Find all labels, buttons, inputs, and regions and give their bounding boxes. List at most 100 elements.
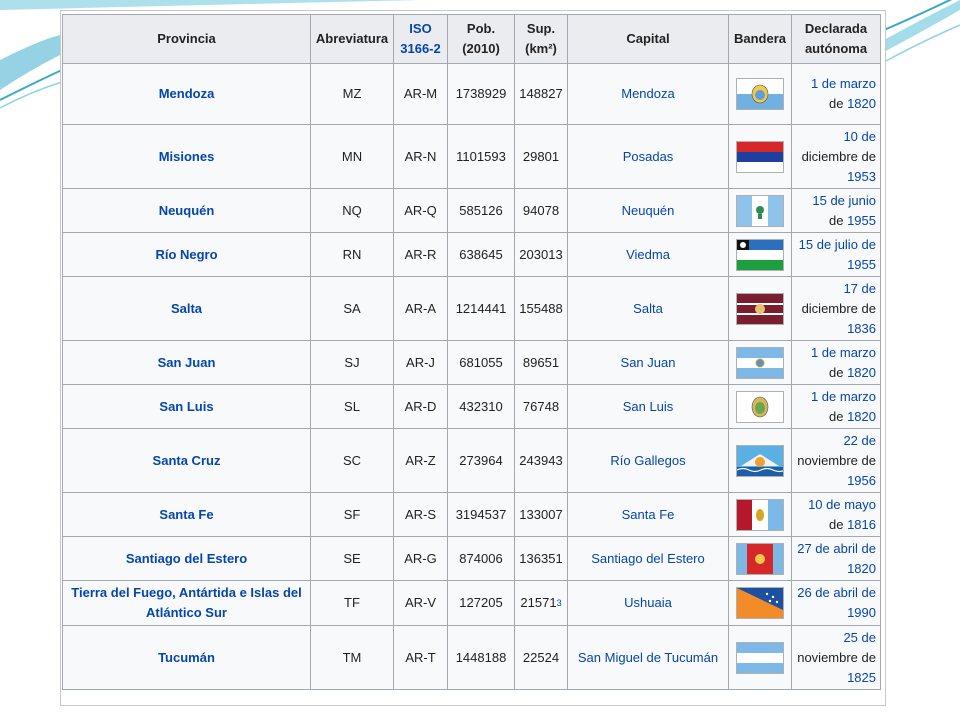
table-row: Mendoza MZ AR-M 1738929 148827 Mendoza 1… bbox=[62, 63, 881, 125]
cell-abreviatura: TM bbox=[310, 625, 394, 690]
cell-provincia[interactable]: Mendoza bbox=[62, 63, 311, 125]
cell-superficie: 76748 bbox=[514, 384, 568, 429]
cell-capital[interactable]: Ushuaia bbox=[567, 580, 729, 626]
cell-bandera[interactable] bbox=[728, 536, 792, 581]
cell-capital[interactable]: San Juan bbox=[567, 340, 729, 385]
cell-poblacion: 127205 bbox=[447, 580, 515, 626]
cell-poblacion: 1101593 bbox=[447, 124, 515, 189]
flag-salta-icon[interactable] bbox=[736, 292, 784, 325]
cell-bandera[interactable] bbox=[728, 232, 792, 277]
flag-tierra-del-fuego-icon[interactable] bbox=[736, 587, 784, 619]
cell-iso: AR-G bbox=[393, 536, 448, 581]
cell-declarada[interactable]: 1 de marzo de 1820 bbox=[791, 63, 881, 125]
cell-provincia[interactable]: Santiago del Estero bbox=[62, 536, 311, 581]
flag-misiones-icon[interactable] bbox=[736, 140, 784, 173]
cell-iso: AR-R bbox=[393, 232, 448, 277]
flag-tucuman-icon[interactable] bbox=[736, 641, 784, 674]
flag-san-luis-icon[interactable] bbox=[736, 390, 784, 423]
cell-bandera[interactable] bbox=[728, 625, 792, 690]
cell-bandera[interactable] bbox=[728, 580, 792, 626]
cell-bandera[interactable] bbox=[728, 384, 792, 429]
table-row: Tucumán TM AR-T 1448188 22524 San Miguel… bbox=[62, 625, 881, 690]
cell-provincia[interactable]: Santa Fe bbox=[62, 492, 311, 537]
cell-superficie: 148827 bbox=[514, 63, 568, 125]
cell-capital[interactable]: Mendoza bbox=[567, 63, 729, 125]
cell-provincia[interactable]: Tucumán bbox=[62, 625, 311, 690]
cell-superficie: 133007 bbox=[514, 492, 568, 537]
cell-poblacion: 638645 bbox=[447, 232, 515, 277]
cell-declarada[interactable]: 15 de julio de 1955 bbox=[791, 232, 881, 277]
header-poblacion: Pob. (2010) bbox=[447, 14, 515, 64]
cell-capital[interactable]: Viedma bbox=[567, 232, 729, 277]
cell-declarada[interactable]: 10 de mayo de 1816 bbox=[791, 492, 881, 537]
cell-superficie: 29801 bbox=[514, 124, 568, 189]
cell-iso: AR-T bbox=[393, 625, 448, 690]
table-row: San Luis SL AR-D 432310 76748 San Luis 1… bbox=[62, 384, 881, 429]
header-provincia: Provincia bbox=[62, 14, 311, 64]
cell-iso: AR-D bbox=[393, 384, 448, 429]
cell-superficie: 155488 bbox=[514, 276, 568, 341]
cell-declarada[interactable]: 15 de junio de 1955 bbox=[791, 188, 881, 233]
cell-abreviatura: SF bbox=[310, 492, 394, 537]
header-declarada: Declarada autónoma bbox=[791, 14, 881, 64]
flag-san-juan-icon[interactable] bbox=[736, 346, 784, 379]
cell-provincia[interactable]: San Luis bbox=[62, 384, 311, 429]
cell-declarada[interactable]: 1 de marzo de 1820 bbox=[791, 384, 881, 429]
cell-provincia[interactable]: Neuquén bbox=[62, 188, 311, 233]
cell-declarada[interactable]: 25 de noviembre de 1825 bbox=[791, 625, 881, 690]
cell-bandera[interactable] bbox=[728, 428, 792, 493]
cell-capital[interactable]: San Luis bbox=[567, 384, 729, 429]
cell-provincia[interactable]: Río Negro bbox=[62, 232, 311, 277]
cell-declarada[interactable]: 27 de abril de 1820 bbox=[791, 536, 881, 581]
cell-poblacion: 273964 bbox=[447, 428, 515, 493]
cell-abreviatura: MZ bbox=[310, 63, 394, 125]
cell-abreviatura: SL bbox=[310, 384, 394, 429]
cell-provincia[interactable]: Misiones bbox=[62, 124, 311, 189]
cell-abreviatura: SA bbox=[310, 276, 394, 341]
cell-capital[interactable]: Neuquén bbox=[567, 188, 729, 233]
cell-declarada[interactable]: 26 de abril de 1990 bbox=[791, 580, 881, 626]
cell-superficie: 22524 bbox=[514, 625, 568, 690]
cell-bandera[interactable] bbox=[728, 63, 792, 125]
flag-santa-cruz-icon[interactable] bbox=[736, 444, 784, 477]
cell-capital[interactable]: Salta bbox=[567, 276, 729, 341]
cell-declarada[interactable]: 10 de diciembre de 1953 bbox=[791, 124, 881, 189]
cell-abreviatura: NQ bbox=[310, 188, 394, 233]
flag-neuquen-icon[interactable] bbox=[736, 194, 784, 227]
table-row: Río Negro RN AR-R 638645 203013 Viedma 1… bbox=[62, 232, 881, 277]
cell-capital[interactable]: San Miguel de Tucumán bbox=[567, 625, 729, 690]
table-row: Santa Fe SF AR-S 3194537 133007 Santa Fe… bbox=[62, 492, 881, 537]
cell-abreviatura: TF bbox=[310, 580, 394, 626]
cell-declarada[interactable]: 1 de marzo de 1820 bbox=[791, 340, 881, 385]
cell-provincia[interactable]: San Juan bbox=[62, 340, 311, 385]
cell-iso: AR-N bbox=[393, 124, 448, 189]
header-iso[interactable]: ISO 3166-2 bbox=[393, 14, 448, 64]
cell-bandera[interactable] bbox=[728, 340, 792, 385]
flag-santa-fe-icon[interactable] bbox=[736, 498, 784, 531]
cell-abreviatura: SC bbox=[310, 428, 394, 493]
flag-rio-negro-icon[interactable] bbox=[736, 238, 784, 271]
flag-santiago-del-estero-icon[interactable] bbox=[736, 542, 784, 575]
cell-abreviatura: SE bbox=[310, 536, 394, 581]
cell-bandera[interactable] bbox=[728, 492, 792, 537]
cell-provincia[interactable]: Santa Cruz bbox=[62, 428, 311, 493]
cell-capital[interactable]: Río Gallegos bbox=[567, 428, 729, 493]
cell-poblacion: 585126 bbox=[447, 188, 515, 233]
cell-capital[interactable]: Santa Fe bbox=[567, 492, 729, 537]
cell-declarada[interactable]: 22 de noviembre de 1956 bbox=[791, 428, 881, 493]
cell-bandera[interactable] bbox=[728, 188, 792, 233]
cell-iso: AR-V bbox=[393, 580, 448, 626]
footnote-ref[interactable]: 3 bbox=[557, 598, 562, 608]
cell-provincia[interactable]: Salta bbox=[62, 276, 311, 341]
cell-superficie: 203013 bbox=[514, 232, 568, 277]
flag-mendoza-icon[interactable] bbox=[736, 78, 784, 110]
cell-provincia[interactable]: Tierra del Fuego, Antártida e Islas del A… bbox=[62, 580, 311, 626]
cell-bandera[interactable] bbox=[728, 124, 792, 189]
cell-capital[interactable]: Posadas bbox=[567, 124, 729, 189]
cell-superficie: 243943 bbox=[514, 428, 568, 493]
provinces-table: Provincia Abreviatura ISO 3166-2 Pob. (201… bbox=[62, 14, 881, 690]
cell-iso: AR-J bbox=[393, 340, 448, 385]
cell-declarada[interactable]: 17 de diciembre de 1836 bbox=[791, 276, 881, 341]
cell-bandera[interactable] bbox=[728, 276, 792, 341]
cell-capital[interactable]: Santiago del Estero bbox=[567, 536, 729, 581]
